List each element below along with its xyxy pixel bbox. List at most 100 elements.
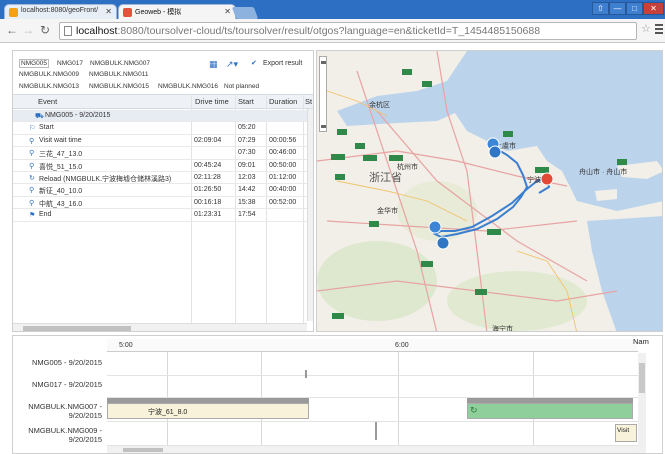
depot-marker <box>540 172 554 186</box>
minimize-button[interactable]: — <box>609 2 626 15</box>
cell-start: 14:42 <box>238 186 256 194</box>
column-header[interactable]: Duration <box>269 97 297 106</box>
cell-duration: 00:52:00 <box>269 198 297 206</box>
pin-icon: ⚲ <box>29 137 35 145</box>
timeline-lane <box>107 376 638 398</box>
map-canvas[interactable]: 余杭区 上虞市 杭州市 浙江省 宁波市 舟山市 · 舟山市 金华市 海宁市 <box>317 51 663 332</box>
visit-bar[interactable]: Visit <box>615 424 637 442</box>
lane-label: NMGBULK.NMG007 - 9/20/2015 <box>28 402 102 420</box>
reload-icon: ↻ <box>470 405 478 415</box>
cell-duration: 00:00:56 <box>269 136 297 144</box>
cell-start: 12:03 <box>238 174 256 181</box>
route-panel: NMG005 NMG017 NMGBULK.NMG007 NMGBULK.NMG… <box>12 50 314 332</box>
cell-duration: 00:46:00 <box>269 149 297 157</box>
cell-event: NMG005 - 9/20/2015 <box>45 112 111 119</box>
maximize-button[interactable]: □ <box>626 2 643 15</box>
cell-drive: 01:23:31 <box>194 211 222 219</box>
visit-bar-label: 宁波_61_8.0 <box>148 409 188 416</box>
close-icon[interactable]: ✕ <box>224 7 231 16</box>
column-header[interactable]: Event <box>38 97 57 106</box>
visit-marker <box>436 236 450 250</box>
column-header[interactable]: Start <box>238 97 254 106</box>
right-panel-label: Nam <box>633 337 649 346</box>
browser-tab-1[interactable]: localhost:8080/geoFront/ ✕ <box>4 4 117 19</box>
user-icon[interactable]: ⇧ <box>592 2 609 15</box>
share-icon[interactable]: ↗▾ <box>226 58 238 70</box>
bookmark-star-icon[interactable]: ☆ <box>641 22 651 35</box>
cell-start: 05:20 <box>238 124 256 132</box>
tab-title: localhost:8080/geoFront/ <box>21 7 99 14</box>
forward-icon[interactable]: → <box>22 24 34 36</box>
timeline-axis: 5:00 6:00 <box>107 339 638 352</box>
map-label-haining: 海宁市 <box>492 324 513 332</box>
calculator-icon[interactable]: ▦ <box>209 58 218 70</box>
browser-tab-2[interactable]: Geoweb - 模拟 ✕ <box>118 4 236 19</box>
table-row[interactable]: ⚲ 中航_43_16.0 00:16:18 15:38 00:52:00 <box>13 197 307 210</box>
map-view[interactable]: 余杭区 上虞市 杭州市 浙江省 宁波市 舟山市 · 舟山市 金华市 海宁市 <box>316 50 663 332</box>
menu-icon[interactable] <box>655 24 663 34</box>
table-row[interactable]: ⚑ End 01:23:31 17:54 <box>13 209 307 222</box>
reload-bar[interactable]: ↻ <box>467 403 633 419</box>
cell-event: Start <box>39 124 54 132</box>
url-input[interactable]: localhost:8080/toursolver-cloud/ts/tours… <box>59 22 637 40</box>
cell-start: 15:38 <box>238 198 256 206</box>
map-label-jinhua: 金华市 <box>377 206 398 215</box>
close-icon[interactable]: ✕ <box>105 7 112 16</box>
cell-event: 新征_40_10.0 <box>39 188 83 196</box>
map-label-yuhang: 余杭区 <box>369 100 390 109</box>
table-row[interactable]: ⚲ 三花_47_13.0 07:30 00:46:00 <box>13 147 307 160</box>
vehicle-tab[interactable]: NMG005 <box>19 59 50 68</box>
table-row[interactable]: ⚐ Start 05:20 <box>13 122 307 135</box>
map-label-zhoushan: 舟山市 · 舟山市 <box>579 167 627 176</box>
visit-bar[interactable]: 宁波_61_8.0 <box>107 403 309 419</box>
back-icon[interactable]: ← <box>6 24 18 36</box>
address-bar-area: ← → ↻ localhost:8080/toursolver-cloud/ts… <box>0 19 665 43</box>
tab-title: Geoweb - 模拟 <box>135 9 182 16</box>
not-planned-tab[interactable]: Not planned <box>224 83 259 90</box>
lane-label: NMG017 - 9/20/2015 <box>31 380 102 389</box>
table-row[interactable]: ⚲ 新征_40_10.0 01:26:50 14:42 00:40:00 <box>13 184 307 197</box>
window-close-button[interactable]: ✕ <box>643 2 664 15</box>
cell-event: Reload (NMGBULK.宁波梅墟仓储林溪路3) <box>39 176 172 183</box>
column-header[interactable]: St <box>305 97 312 106</box>
vehicle-tab[interactable]: NMG017 <box>57 60 83 67</box>
visit-marker <box>428 220 442 234</box>
vehicle-tab[interactable]: NMGBULK.NMG007 <box>90 60 150 67</box>
vehicle-tab[interactable]: NMGBULK.NMG009 <box>19 71 79 78</box>
table-row[interactable]: ⚲ Visit wait time 02:09:04 07:29 00:00:56 <box>13 135 307 148</box>
table-header: Event Drive time Start Duration St <box>13 94 313 109</box>
vehicle-tab[interactable]: NMGBULK.NMG016 <box>158 83 218 90</box>
column-header[interactable]: Drive time <box>195 97 229 106</box>
timeline-tick: 5:00 <box>119 342 133 349</box>
cell-start: 07:30 <box>238 149 256 157</box>
export-result-button[interactable]: Export result <box>263 58 302 70</box>
timeline-marker <box>305 370 307 378</box>
truck-icon: ⛟ <box>35 113 44 120</box>
cell-event: 三花_47_13.0 <box>39 151 83 159</box>
url-path: :8080/toursolver-cloud/ts/toursolver/res… <box>117 25 541 37</box>
export-icon: ✔ <box>251 60 257 67</box>
timeline-marker <box>375 422 377 440</box>
timeline-panel: 5:00 6:00 NMG005 - 9/20/2015 NMG017 - 9/… <box>12 335 663 454</box>
table-row[interactable]: ↻ Reload (NMGBULK.宁波梅墟仓储林溪路3) 02:11:28 12:0… <box>13 172 307 185</box>
vehicle-tab[interactable]: NMGBULK.NMG011 <box>89 71 148 78</box>
cell-drive: 02:09:04 <box>194 136 222 144</box>
timeline-horizontal-scrollbar[interactable] <box>107 446 638 453</box>
vehicle-tab[interactable]: NMGBULK.NMG015 <box>89 83 149 90</box>
table-vertical-scrollbar[interactable] <box>307 109 313 321</box>
timeline-vertical-scrollbar[interactable] <box>638 353 646 453</box>
table-row[interactable]: ⚲ 喜悦_51_15.0 00:45:24 09:01 00:50:00 <box>13 160 307 172</box>
cell-drive: 00:16:18 <box>194 198 222 206</box>
cell-start: 07:29 <box>238 136 256 144</box>
table-row[interactable]: ⛟ NMG005 - 9/20/2015 <box>13 110 307 123</box>
geoweb-favicon-icon <box>123 8 132 17</box>
cell-drive: 00:45:24 <box>194 161 222 169</box>
new-tab-button[interactable] <box>231 7 259 19</box>
reload-icon[interactable]: ↻ <box>40 24 50 36</box>
map-zoom-control[interactable] <box>319 56 327 132</box>
flag-end-icon: ⚑ <box>29 212 36 220</box>
table-horizontal-scrollbar[interactable] <box>13 323 307 331</box>
url-host: localhost <box>76 25 118 37</box>
vehicle-tab[interactable]: NMGBULK.NMG013 <box>19 83 79 90</box>
cell-duration: 00:50:00 <box>269 161 297 169</box>
